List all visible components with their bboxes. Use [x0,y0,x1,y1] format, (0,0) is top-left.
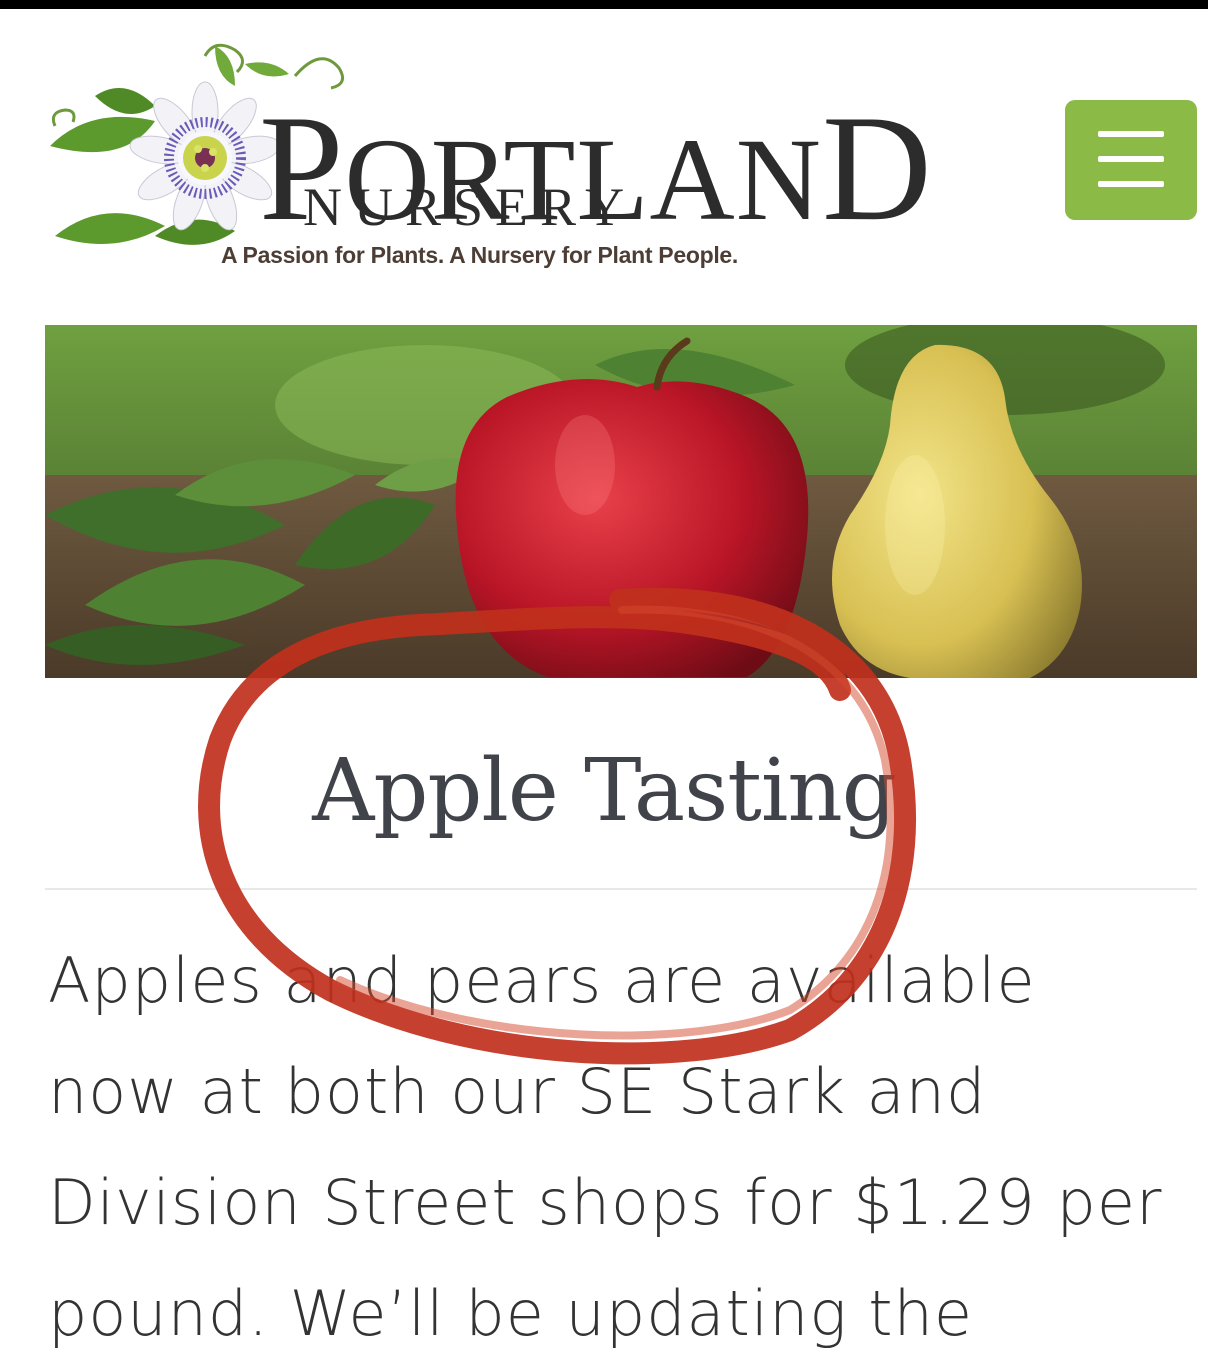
article-title: Apple Tasting [312,741,897,841]
body-line: Division Street shops for $1.29 per [48,1166,1163,1239]
title-divider [45,888,1197,890]
body-line: pound. We’ll be updating the [48,1277,974,1350]
logo-tagline: A Passion for Plants. A Nursery for Plan… [221,242,738,268]
body-line: now at both our SE Stark and [48,1055,987,1128]
logo-subname: NURSERY [303,177,637,237]
hamburger-menu-icon [1098,131,1164,137]
article-body: Apples and pears are available now at bo… [48,925,1208,1369]
hamburger-menu-button[interactable] [1065,100,1197,220]
body-line: Apples and pears are available [48,944,1036,1017]
top-status-strip [0,0,1208,9]
hero-image [45,325,1197,678]
portland-nursery-logo[interactable]: PORTLAND NURSERY A Passion for Plants. A… [45,36,932,281]
